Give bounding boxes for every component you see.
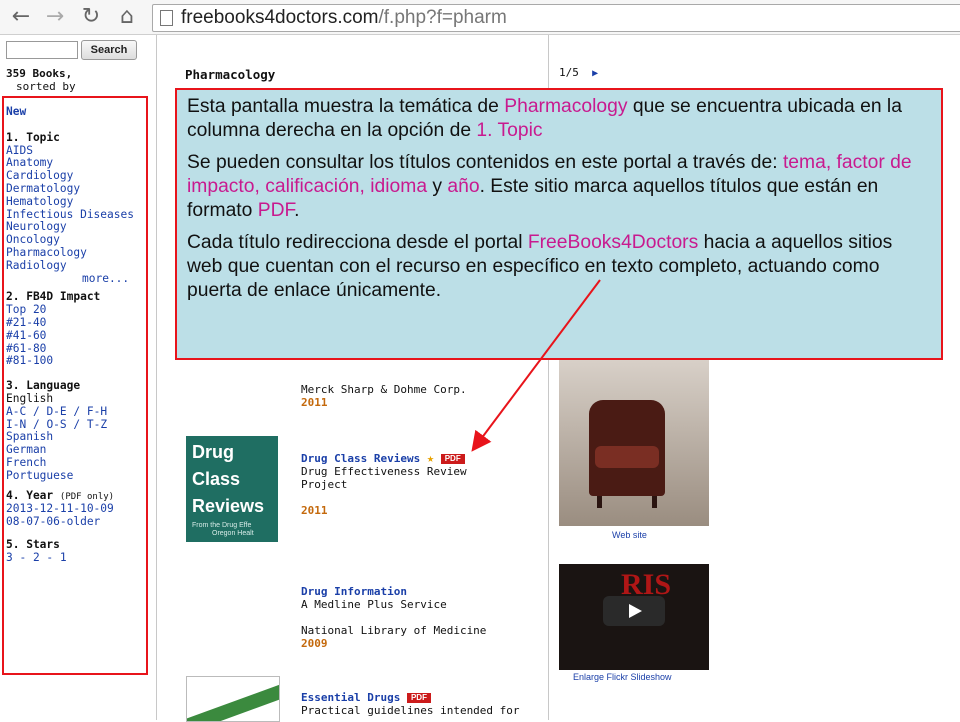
callout-text: Esta pantalla muestra la temática de bbox=[187, 96, 505, 117]
book-title-link[interactable]: Essential Drugs bbox=[301, 691, 400, 704]
callout-text: y bbox=[427, 176, 448, 197]
book-entry: Essential Drugs PDF Practical guidelines… bbox=[301, 691, 520, 717]
sidebar-item-lang-range[interactable]: D-E / bbox=[46, 405, 80, 418]
flickr-slideshow-video[interactable]: RIS bbox=[559, 564, 709, 670]
sidebar-item-language[interactable]: French bbox=[6, 456, 134, 470]
browser-toolbar: ← → ↻ ⌂ freebooks4doctors.com/f.php?f=ph… bbox=[0, 0, 960, 35]
sidebar-item-topic[interactable]: Radiology bbox=[6, 259, 134, 273]
callout-text: Cada título redirecciona desde el portal bbox=[187, 232, 528, 253]
search-input[interactable] bbox=[6, 41, 78, 59]
essential-drugs-cover[interactable] bbox=[186, 676, 280, 722]
callout-highlight: año bbox=[447, 176, 480, 197]
book-title-link[interactable]: Drug Information bbox=[301, 585, 486, 598]
callout-highlight: 1. Topic bbox=[476, 120, 543, 141]
book-year: 2011 bbox=[301, 396, 328, 409]
sidebar-item-more[interactable]: more... bbox=[6, 272, 134, 286]
address-bar[interactable]: freebooks4doctors.com/f.php?f=pharm bbox=[152, 4, 960, 32]
topic-heading: 1. Topic bbox=[6, 130, 60, 144]
callout-paragraph: Se pueden consultar los títulos contenid… bbox=[187, 151, 931, 223]
callout-paragraph: Cada título redirecciona desde el portal… bbox=[187, 231, 931, 303]
play-icon[interactable] bbox=[603, 596, 665, 626]
sidebar-item-lang-range[interactable]: A-C / bbox=[6, 405, 40, 418]
sidebar-item-lang-range[interactable]: F-H bbox=[87, 405, 107, 418]
year-note: (PDF only) bbox=[59, 491, 115, 502]
star-icon: ★ bbox=[426, 451, 435, 465]
pager-text: 1/5 bbox=[559, 66, 579, 79]
enlarge-slideshow-link[interactable]: Enlarge Flickr Slideshow bbox=[573, 672, 672, 682]
drug-class-reviews-cover[interactable]: Drug Class Reviews From the Drug Effe Ore… bbox=[186, 436, 278, 542]
cover-small-text: From the Drug Effe Oregon Healt bbox=[192, 522, 254, 538]
armchair-shape bbox=[589, 400, 665, 508]
pdf-badge: PDF bbox=[406, 693, 431, 703]
sidebar-item-topic[interactable]: Dermatology bbox=[6, 182, 134, 196]
book-entry: Drug Class Reviews ★ PDF Drug Effectiven… bbox=[301, 451, 467, 518]
callout-highlight: FreeBooks4Doctors bbox=[527, 232, 699, 253]
armchair-photo[interactable] bbox=[559, 360, 709, 526]
annotation-callout: Esta pantalla muestra la temática de Pha… bbox=[175, 88, 943, 360]
stars-heading: 5. Stars bbox=[6, 537, 60, 551]
web-site-link[interactable]: Web site bbox=[612, 530, 647, 540]
book-subtitle: Project bbox=[301, 478, 348, 491]
callout-highlight: PDF bbox=[257, 200, 295, 221]
year-heading: 4. Year bbox=[6, 488, 54, 502]
sidebar-item-lang-range[interactable]: O-S / bbox=[46, 418, 80, 431]
cover-small-line: Oregon Healt bbox=[212, 530, 254, 537]
callout-paragraph: Esta pantalla muestra la temática de Pha… bbox=[187, 95, 931, 143]
book-subtitle: Practical guidelines intended for bbox=[301, 704, 520, 717]
book-year: 2009 bbox=[301, 637, 328, 650]
url-domain: freebooks4doctors.com bbox=[181, 7, 379, 28]
sorted-by-label: sorted by bbox=[16, 80, 76, 93]
sidebar-item-impact[interactable]: #81-100 bbox=[6, 355, 134, 368]
cover-stripe bbox=[187, 677, 279, 721]
book-entry: Drug Information A Medline Plus Service … bbox=[301, 585, 486, 650]
forward-arrow-icon[interactable]: → bbox=[44, 5, 66, 29]
sidebar-item-years[interactable]: 08-07-06-older bbox=[6, 515, 134, 529]
search-button[interactable]: Search bbox=[81, 40, 137, 60]
book-publisher: Merck Sharp & Dohme Corp. bbox=[301, 383, 467, 396]
next-arrow-icon[interactable]: ▶ bbox=[592, 68, 598, 79]
sidebar-item-topic[interactable]: Pharmacology bbox=[6, 246, 134, 260]
cover-small-line: From the Drug Effe bbox=[192, 522, 252, 529]
sidebar-item-topic[interactable]: Hematology bbox=[6, 195, 134, 209]
armchair-seat bbox=[595, 446, 659, 468]
book-entry: Merck Sharp & Dohme Corp. 2011 bbox=[301, 383, 467, 409]
sidebar-item-impact[interactable]: #41-60 bbox=[6, 329, 134, 343]
books-count-text: 359 Books, bbox=[6, 67, 73, 80]
book-publisher: National Library of Medicine bbox=[301, 624, 487, 637]
section-title: Pharmacology bbox=[185, 67, 276, 82]
sidebar-menu: New 1. Topic AIDS Anatomy Cardiology Der… bbox=[6, 105, 134, 565]
pager: 1/5 ▶ bbox=[559, 66, 598, 79]
page-icon bbox=[160, 10, 173, 26]
url-text: freebooks4doctors.com/f.php?f=pharm bbox=[181, 7, 507, 29]
sidebar-item-language[interactable]: German bbox=[6, 443, 134, 457]
url-path: /f.php?f=pharm bbox=[378, 7, 507, 28]
cover-title-line: Drug bbox=[192, 442, 234, 462]
book-title-link[interactable]: Drug Class Reviews bbox=[301, 452, 420, 465]
armchair-leg bbox=[652, 496, 657, 508]
column-divider-left bbox=[156, 35, 157, 720]
home-icon[interactable]: ⌂ bbox=[116, 5, 138, 29]
sidebar-item-impact[interactable]: #21-40 bbox=[6, 316, 134, 330]
callout-highlight: Pharmacology bbox=[504, 96, 628, 117]
pdf-badge: PDF bbox=[440, 454, 465, 464]
sidebar-item-stars[interactable]: 3 - 2 - 1 bbox=[6, 551, 134, 565]
books-count: 359 Books, sorted by bbox=[6, 67, 76, 93]
sidebar-item-new[interactable]: New bbox=[6, 105, 134, 119]
cover-title-line: Class bbox=[192, 469, 241, 489]
callout-text: . bbox=[294, 200, 300, 221]
cover-title-line: Reviews bbox=[192, 496, 265, 516]
book-year: 2011 bbox=[301, 504, 328, 517]
back-arrow-icon[interactable]: ← bbox=[10, 5, 32, 29]
callout-text: Se pueden consultar los títulos contenid… bbox=[187, 152, 783, 173]
sidebar-item-lang-range[interactable]: T-Z bbox=[87, 418, 107, 431]
armchair-leg bbox=[597, 496, 602, 508]
sidebar-item-lang-range[interactable]: I-N / bbox=[6, 418, 40, 431]
book-subtitle: Drug Effectiveness Review bbox=[301, 465, 467, 478]
reload-icon[interactable]: ↻ bbox=[80, 5, 102, 29]
book-subtitle: A Medline Plus Service bbox=[301, 598, 447, 611]
sidebar-item-language[interactable]: Portuguese bbox=[6, 469, 134, 483]
